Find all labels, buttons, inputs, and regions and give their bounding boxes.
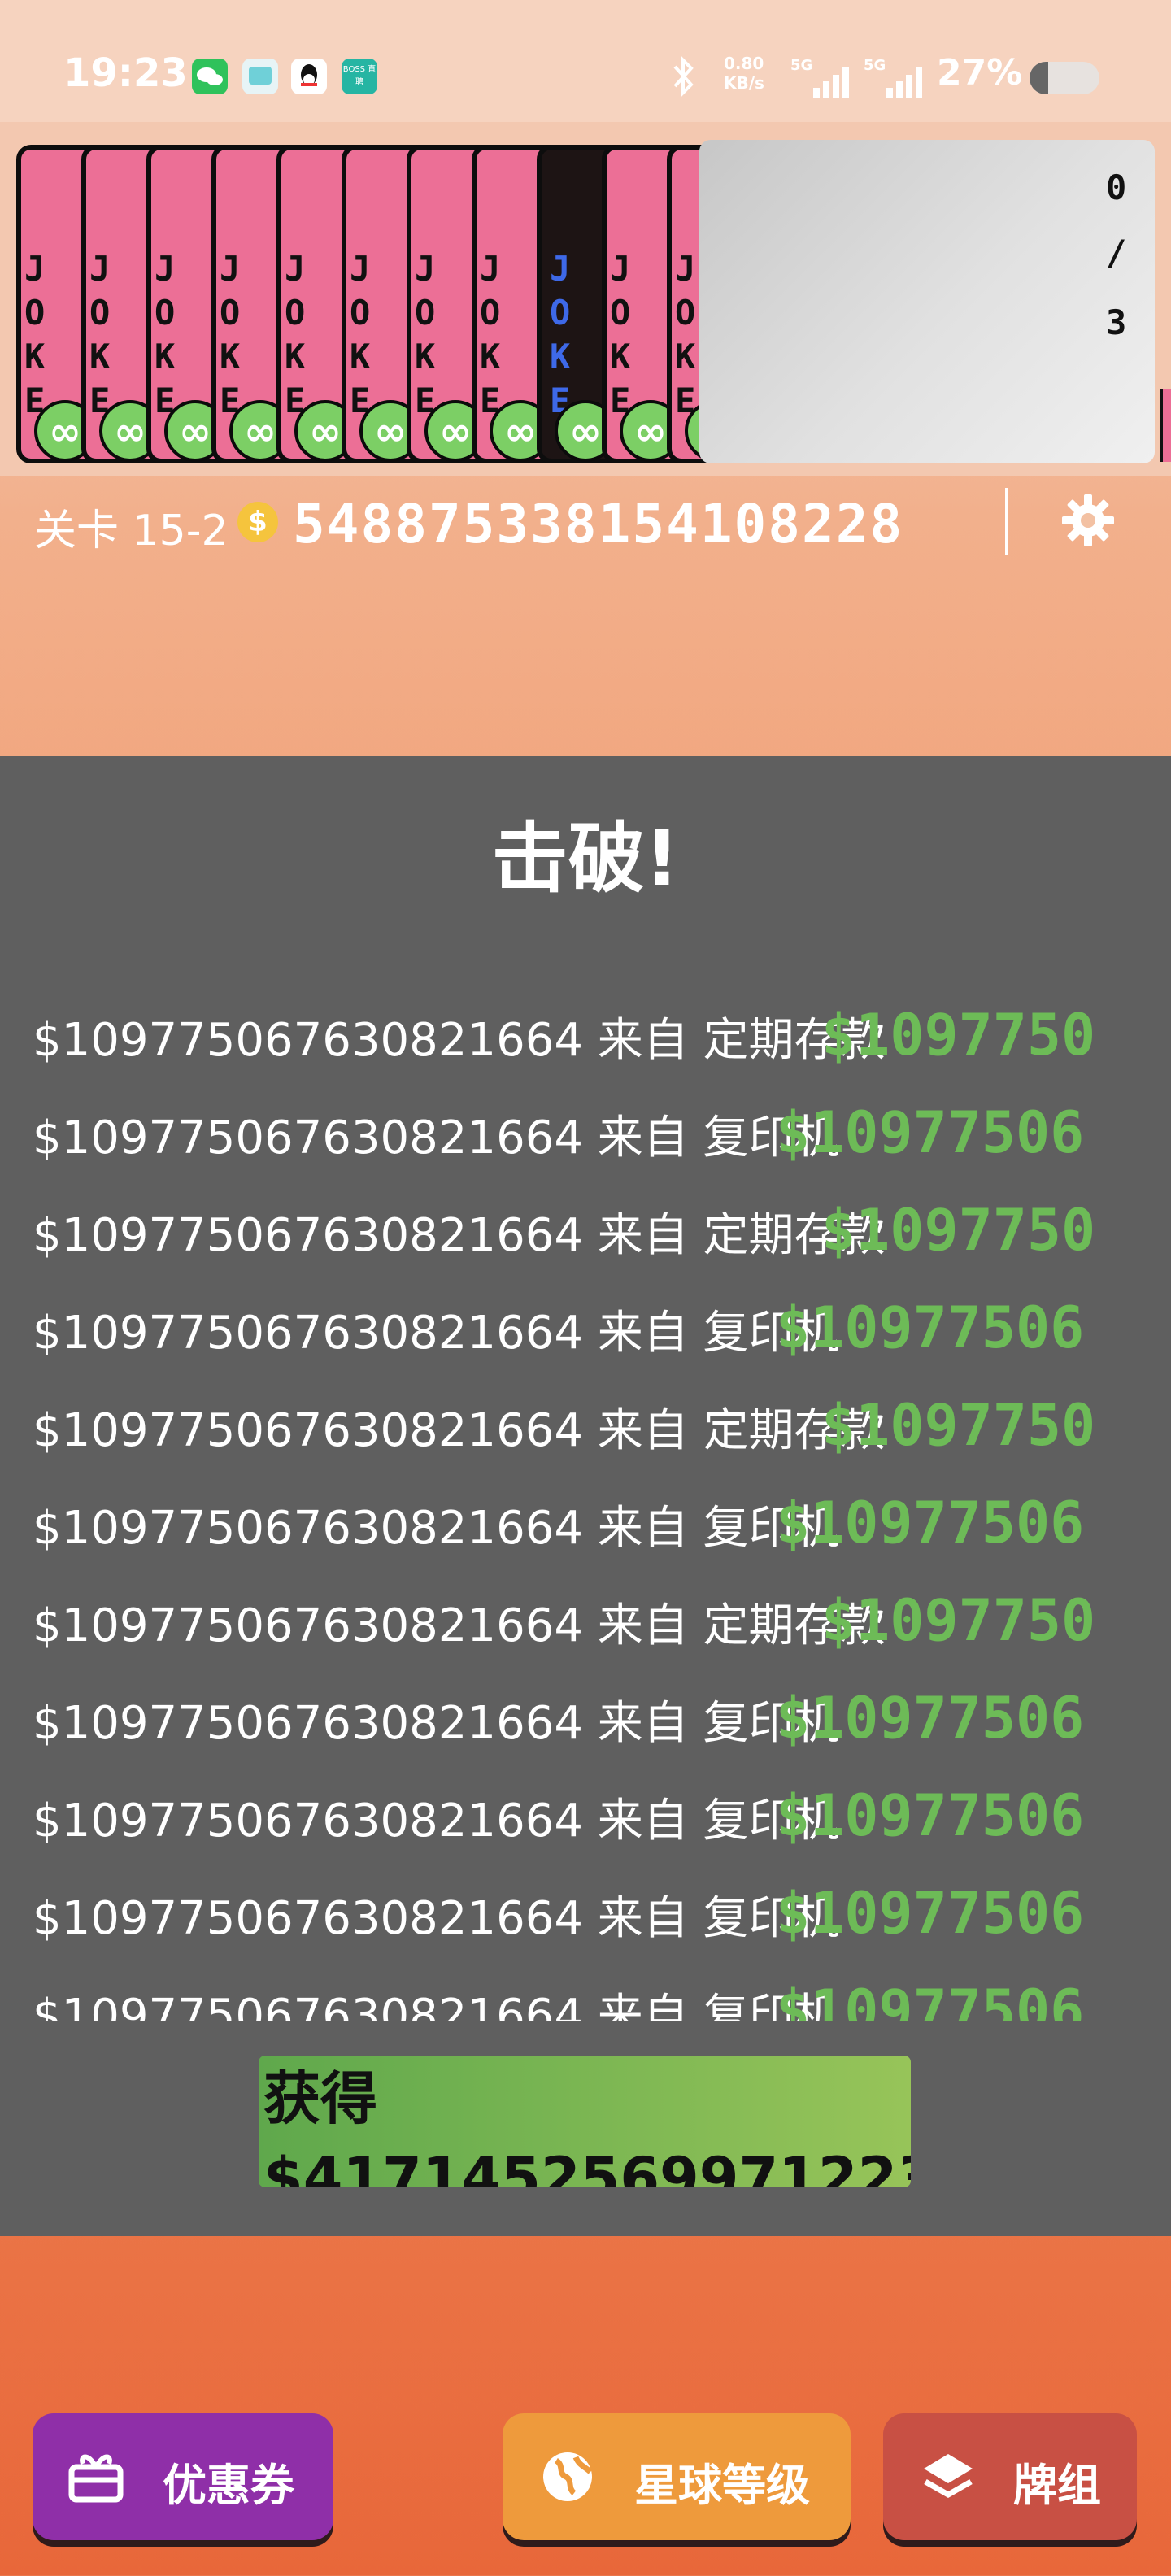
planet-level-button[interactable]: 星球等级 — [503, 2413, 851, 2540]
list-item: $109775067630821664 来自 复印机 $10977506 — [33, 1482, 1138, 1579]
row-amount: $10977506 — [776, 1295, 1085, 1361]
planet-level-label: 星球等级 — [634, 2460, 810, 2511]
row-desc: $109775067630821664 来自 复印机 — [33, 1795, 840, 1847]
joker-card-label: JOKE — [155, 249, 176, 420]
row-desc: $109775067630821664 来自 定期存款 — [33, 1599, 886, 1652]
stage-label: 关卡 15-2 — [34, 507, 229, 555]
list-item: $109775067630821664 来自 复印机 $10977506 — [33, 1969, 1138, 2021]
list-item: $109775067630821664 来自 定期存款 $1097750 — [33, 1384, 1138, 1482]
overlay-line-1: 0 — [1106, 168, 1127, 207]
settings-button[interactable] — [1059, 491, 1117, 550]
row-amount: $10977506 — [776, 1099, 1085, 1166]
total-gain-text: 获得 $4171452569971223260 — [263, 2065, 911, 2187]
row-desc: $109775067630821664 来自 复印机 — [33, 1697, 840, 1750]
joker-card-label: JOKE — [350, 249, 371, 420]
battery-percent: 27% — [937, 52, 1023, 94]
chat-icon — [242, 59, 278, 94]
row-amount: $10977506 — [776, 1978, 1085, 2021]
deck-label: 牌组 — [1013, 2460, 1101, 2511]
row-amount: $1097750 — [821, 1197, 1096, 1264]
money-counter: 548875338154108228 — [293, 493, 904, 555]
row-amount: $10977506 — [776, 1490, 1085, 1556]
row-desc: $109775067630821664 来自 复印机 — [33, 1307, 840, 1360]
qq-icon — [291, 59, 327, 94]
income-list[interactable]: $10977506763082166​4 来自 定期存款 $1097750 $10… — [0, 994, 1138, 2021]
row-desc: $109775067630821664 来自 复印机 — [33, 1112, 840, 1164]
card-edge — [1160, 389, 1171, 462]
overlay-panel — [699, 140, 1155, 463]
signal-icon-2 — [870, 60, 927, 99]
wechat-icon — [192, 59, 228, 94]
list-item: $109775067630821664 来自 定期存款 $1097750 — [33, 1579, 1138, 1677]
network-speed: 0.80 KB/s — [724, 54, 764, 93]
coin-icon: $ — [237, 502, 278, 542]
bluetooth-icon — [672, 55, 696, 98]
joker-card-label: JOKE — [550, 249, 571, 420]
row-amount: $1097750 — [821, 1587, 1096, 1654]
joker-card-label: JOKE — [610, 249, 631, 420]
list-item: $109775067630821664 来自 复印机 $10977506 — [33, 1872, 1138, 1969]
row-amount: $10977506 — [776, 1685, 1085, 1751]
result-title: 击破! — [491, 815, 680, 903]
list-item: $109775067630821664 来自 复印机 $10977506 — [33, 1774, 1138, 1872]
row-desc: $109775067630821664 来自 定期存款 — [33, 1404, 886, 1457]
globe-icon — [543, 2452, 593, 2501]
list-item: $109775067630821664 来自 复印机 $10977506 — [33, 1091, 1138, 1189]
row-desc: $109775067630821664 来自 复印机 — [33, 1892, 840, 1945]
row-amount: $10977506 — [776, 1782, 1085, 1849]
joker-card-label: JOKE — [24, 249, 46, 420]
coupon-label: 优惠券 — [163, 2460, 294, 2511]
divider — [1005, 488, 1008, 555]
list-item: $109775067630821664 来自 复印机 $10977506 — [33, 1286, 1138, 1384]
list-item: $109775067630821664 来自 定期存款 $1097750 — [33, 1189, 1138, 1286]
joker-card-label: JOKE — [220, 249, 241, 420]
joker-card-label: JOKE — [675, 249, 696, 420]
boss-icon: BOSS 直聘 — [342, 59, 377, 94]
coupon-button[interactable]: 优惠券 — [33, 2413, 333, 2540]
row-amount: $1097750 — [821, 1002, 1096, 1068]
row-amount: $1097750 — [821, 1392, 1096, 1459]
overlay-line-2: / — [1106, 233, 1127, 272]
joker-card-label: JOKE — [89, 249, 111, 420]
row-amount: $10977506 — [776, 1880, 1085, 1947]
row-desc: $109775067630821664 来自 定期存款 — [33, 1209, 886, 1262]
list-item: $109775067630821664 来自 复印机 $10977506 — [33, 1677, 1138, 1774]
battery-icon — [1030, 62, 1099, 94]
joker-card-label: JOKE — [415, 249, 436, 420]
joker-card-label: JOKE — [480, 249, 501, 420]
row-desc: $109775067630821664 来自 复印机 — [33, 1502, 840, 1555]
status-time: 19:23 — [63, 50, 188, 96]
joker-card-label: JOKE — [285, 249, 306, 420]
gear-icon — [1062, 494, 1114, 546]
row-desc: $10977506763082166​4 来自 定期存款 — [33, 1014, 886, 1067]
deck-button[interactable]: 牌组 — [883, 2413, 1137, 2540]
row-desc: $109775067630821664 来自 复印机 — [33, 1990, 840, 2021]
gift-icon — [68, 2454, 124, 2503]
list-item: $10977506763082166​4 来自 定期存款 $1097750 — [33, 994, 1138, 1091]
overlay-line-3: 3 — [1106, 302, 1127, 342]
layers-icon — [924, 2454, 973, 2499]
total-gain-banner: 获得 $4171452569971223260 — [259, 2056, 911, 2187]
signal-icon — [797, 60, 854, 99]
